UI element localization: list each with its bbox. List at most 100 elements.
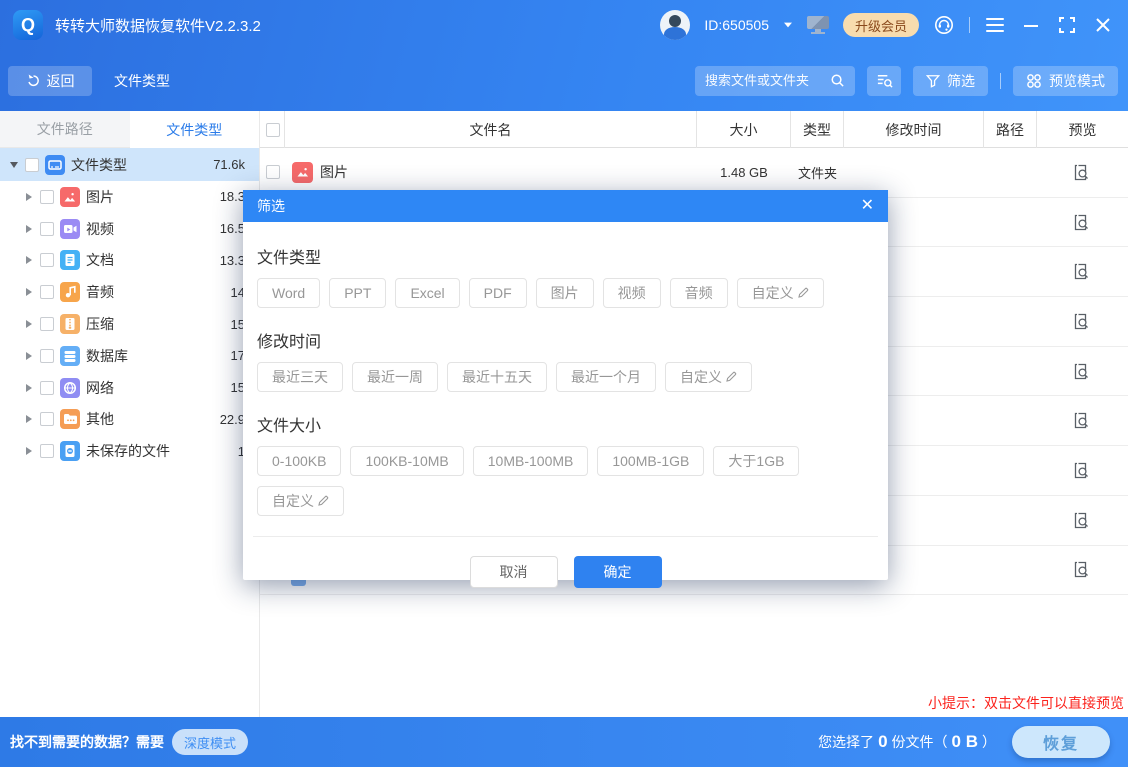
custom-chip[interactable]: 自定义 — [737, 278, 824, 308]
filter-chip[interactable]: 最近三天 — [257, 362, 343, 392]
expand-arrow-icon[interactable] — [22, 288, 36, 296]
filter-chip[interactable]: Word — [257, 278, 320, 308]
minimize-button[interactable] — [1020, 14, 1042, 36]
sidebar-item-doc[interactable]: 文档13.3 — [0, 245, 259, 277]
preview-file-icon[interactable] — [1073, 311, 1093, 331]
filter-chip[interactable]: 100MB-1GB — [597, 446, 704, 476]
sidebar-item-unsaved[interactable]: 未保存的文件1 — [0, 435, 259, 467]
filter-chip[interactable]: 最近一周 — [352, 362, 438, 392]
column-path[interactable]: 路径 — [984, 111, 1037, 148]
tree-checkbox[interactable] — [40, 253, 54, 267]
sidebar-tree: 文件类型71.6k图片18.3视频16.5文档13.3音频14压缩15数据库17… — [0, 148, 259, 467]
expand-arrow-icon[interactable] — [22, 415, 36, 423]
custom-chip[interactable]: 自定义 — [665, 362, 752, 392]
titlebar-divider — [969, 17, 970, 33]
filter-section-title: 修改时间 — [257, 328, 874, 352]
close-button[interactable] — [1092, 14, 1114, 36]
filter-chip[interactable]: 0-100KB — [257, 446, 341, 476]
expand-arrow-icon[interactable] — [22, 193, 36, 201]
filter-chip[interactable]: PPT — [329, 278, 386, 308]
collapse-arrow-icon[interactable] — [7, 162, 21, 168]
search-input[interactable] — [705, 73, 822, 88]
sidebar-item-other[interactable]: 其他22.9 — [0, 404, 259, 436]
filter-chip[interactable]: 最近十五天 — [447, 362, 547, 392]
selection-size: 0 B — [952, 732, 978, 752]
filter-chip[interactable]: 100KB-10MB — [350, 446, 463, 476]
dialog-close-icon[interactable]: ✕ — [861, 198, 874, 214]
recover-button[interactable]: 恢复 — [1012, 726, 1110, 758]
filter-chip[interactable]: 视频 — [603, 278, 661, 308]
sidebar-item-database[interactable]: 数据库17 — [0, 340, 259, 372]
preview-file-icon[interactable] — [1073, 262, 1093, 282]
tree-checkbox[interactable] — [40, 349, 54, 363]
filter-chip[interactable]: 最近一个月 — [556, 362, 656, 392]
filter-chip[interactable]: 10MB-100MB — [473, 446, 589, 476]
cancel-button[interactable]: 取消 — [470, 556, 558, 588]
video-icon — [60, 219, 80, 239]
preview-file-icon[interactable] — [1073, 212, 1093, 232]
row-preview-cell — [1037, 560, 1128, 580]
user-avatar[interactable] — [660, 10, 690, 40]
column-filename[interactable]: 文件名 — [285, 111, 697, 148]
tree-item-count: 71.6k — [213, 157, 259, 172]
sidebar-item-video[interactable]: 视频16.5 — [0, 213, 259, 245]
list-search-button[interactable] — [867, 66, 901, 96]
filter-section: 文件类型WordPPTExcelPDF图片视频音频自定义 — [257, 244, 874, 308]
monitor-icon[interactable] — [807, 16, 829, 34]
sidebar-item-drive[interactable]: 文件类型71.6k — [0, 148, 259, 181]
tab-file-path[interactable]: 文件路径 — [0, 111, 130, 148]
preview-file-icon[interactable] — [1073, 361, 1093, 381]
expand-arrow-icon[interactable] — [22, 384, 36, 392]
upgrade-member-button[interactable]: 升级会员 — [843, 13, 919, 37]
filter-chip[interactable]: 图片 — [536, 278, 594, 308]
tree-checkbox[interactable] — [40, 444, 54, 458]
filter-chip[interactable]: Excel — [395, 278, 459, 308]
tree-checkbox[interactable] — [40, 222, 54, 236]
filter-button[interactable]: 筛选 — [913, 66, 988, 96]
preview-file-icon[interactable] — [1073, 460, 1093, 480]
menu-button[interactable] — [984, 14, 1006, 36]
tree-checkbox[interactable] — [40, 285, 54, 299]
chevron-down-icon[interactable] — [784, 23, 792, 28]
deep-mode-button[interactable]: 深度模式 — [172, 729, 248, 755]
tree-checkbox[interactable] — [40, 190, 54, 204]
sidebar-item-network[interactable]: 网络15 — [0, 372, 259, 404]
select-all-checkbox[interactable] — [266, 123, 280, 137]
column-type[interactable]: 类型 — [791, 111, 844, 148]
footer-left: 找不到需要的数据？需要 深度模式 — [10, 729, 248, 755]
filter-chip[interactable]: 音频 — [670, 278, 728, 308]
row-preview-cell — [1037, 212, 1128, 232]
customer-service-icon[interactable] — [933, 14, 955, 36]
sidebar-item-audio[interactable]: 音频14 — [0, 276, 259, 308]
tree-checkbox[interactable] — [40, 412, 54, 426]
filter-chip[interactable]: 大于1GB — [713, 446, 799, 476]
expand-arrow-icon[interactable] — [22, 352, 36, 360]
toolbar-right: 筛选 预览模式 — [695, 66, 1118, 96]
tab-file-type[interactable]: 文件类型 — [130, 111, 260, 148]
expand-arrow-icon[interactable] — [22, 320, 36, 328]
maximize-button[interactable] — [1056, 14, 1078, 36]
preview-mode-button[interactable]: 预览模式 — [1013, 66, 1118, 96]
preview-file-icon[interactable] — [1073, 411, 1093, 431]
custom-chip[interactable]: 自定义 — [257, 486, 344, 516]
back-button[interactable]: 返回 — [8, 66, 92, 96]
search-icon[interactable] — [830, 73, 845, 88]
row-checkbox[interactable] — [266, 165, 280, 179]
column-preview[interactable]: 预览 — [1037, 111, 1128, 148]
column-size[interactable]: 大小 — [697, 111, 791, 148]
tree-checkbox[interactable] — [25, 158, 39, 172]
preview-file-icon[interactable] — [1073, 510, 1093, 530]
expand-arrow-icon[interactable] — [22, 447, 36, 455]
expand-arrow-icon[interactable] — [22, 256, 36, 264]
dialog-divider — [253, 536, 878, 537]
expand-arrow-icon[interactable] — [22, 225, 36, 233]
filter-chip[interactable]: PDF — [469, 278, 527, 308]
preview-file-icon[interactable] — [1073, 162, 1093, 182]
tree-checkbox[interactable] — [40, 317, 54, 331]
confirm-button[interactable]: 确定 — [574, 556, 662, 588]
sidebar-item-zip[interactable]: 压缩15 — [0, 308, 259, 340]
preview-file-icon[interactable] — [1073, 560, 1093, 580]
column-modified[interactable]: 修改时间 — [844, 111, 984, 148]
sidebar-item-image[interactable]: 图片18.3 — [0, 181, 259, 213]
tree-checkbox[interactable] — [40, 381, 54, 395]
